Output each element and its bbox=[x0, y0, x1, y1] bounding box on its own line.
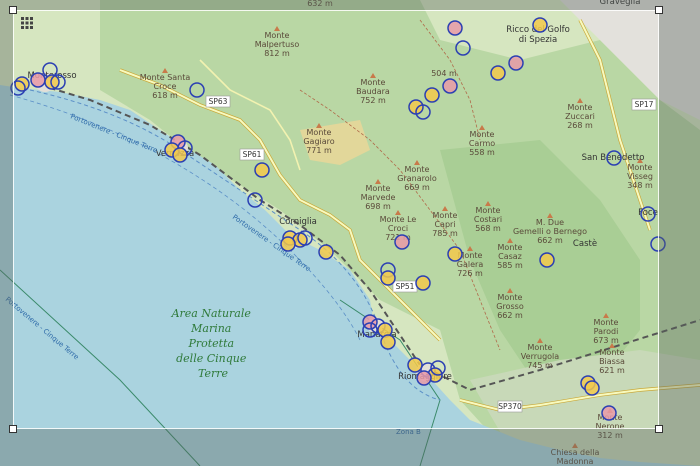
peak-label: Monte Biassa 621 m bbox=[599, 348, 625, 375]
peak-label: Monte Gagiaro 771 m bbox=[303, 128, 334, 155]
photo-marker[interactable] bbox=[362, 314, 378, 330]
overlay-left bbox=[0, 10, 13, 429]
photo-marker[interactable] bbox=[447, 20, 463, 36]
road-label: SP51 bbox=[396, 282, 415, 291]
resize-handle-top-left[interactable] bbox=[9, 6, 17, 14]
photo-marker[interactable] bbox=[416, 370, 432, 386]
photo-marker[interactable] bbox=[508, 55, 524, 71]
photo-marker[interactable] bbox=[539, 252, 555, 268]
protected-area-line-4: delle Cinque bbox=[176, 352, 247, 365]
resize-handle-top-right[interactable] bbox=[655, 6, 663, 14]
photo-marker[interactable] bbox=[254, 162, 270, 178]
road-label: SP17 bbox=[635, 100, 654, 109]
road-label: SP63 bbox=[209, 97, 228, 106]
protected-area-line-2: Marina bbox=[190, 322, 231, 335]
peak-label: Monte Zuccari 268 m bbox=[565, 103, 595, 130]
photo-marker[interactable] bbox=[415, 275, 431, 291]
peak-label: Monte Visseg 348 m bbox=[627, 163, 653, 190]
map-canvas[interactable]: Monte Malpertuso 812 mMonte Santa Croce 618 … bbox=[0, 0, 700, 466]
protected-area-line-5: Terre bbox=[198, 367, 229, 380]
photo-marker[interactable] bbox=[447, 246, 463, 262]
peak-label: Monte Casaz 585 m bbox=[497, 243, 523, 270]
grid-icon[interactable] bbox=[20, 16, 34, 30]
overlay-top bbox=[0, 0, 700, 10]
peak-label: Monte Grosso 662 m bbox=[496, 293, 524, 320]
photo-marker[interactable] bbox=[318, 244, 334, 260]
resize-handle-bottom-right[interactable] bbox=[655, 425, 663, 433]
road-label: SP370 bbox=[498, 402, 522, 411]
photo-marker[interactable] bbox=[14, 76, 30, 92]
town-label: San Benedetto bbox=[582, 153, 645, 163]
peak-label: Monte Carmo 558 m bbox=[469, 130, 495, 157]
peak-label: Monte Capri 785 m bbox=[432, 211, 458, 238]
peak-label: Monte Costari 568 m bbox=[474, 206, 502, 233]
photo-marker[interactable] bbox=[394, 234, 410, 250]
photo-marker[interactable] bbox=[584, 380, 600, 396]
photo-marker[interactable] bbox=[490, 65, 506, 81]
resize-handle-bottom-left[interactable] bbox=[9, 425, 17, 433]
protected-area-line-1: Area Naturale bbox=[171, 307, 252, 320]
town-label: Castè bbox=[573, 238, 597, 249]
photo-marker[interactable] bbox=[380, 270, 396, 286]
photo-marker[interactable] bbox=[424, 87, 440, 103]
photo-marker[interactable] bbox=[407, 357, 423, 373]
photo-marker[interactable] bbox=[280, 236, 296, 252]
overlay-right bbox=[659, 10, 700, 429]
overlay-bottom bbox=[0, 429, 700, 466]
town-label: Corniglia bbox=[279, 217, 317, 227]
photo-marker[interactable] bbox=[30, 72, 46, 88]
photo-marker[interactable] bbox=[172, 147, 188, 163]
spot-elevation: 504 m bbox=[431, 69, 457, 78]
peak-label: Monte Marvede 698 m bbox=[361, 184, 396, 211]
photo-marker[interactable] bbox=[601, 405, 617, 421]
road-label: SP61 bbox=[243, 150, 262, 159]
peak-label: Monte Baudara 752 m bbox=[356, 78, 390, 105]
peak-label: Monte Parodi 673 m bbox=[593, 318, 619, 345]
photo-marker[interactable] bbox=[380, 334, 396, 350]
protected-area-line-3: Protetta bbox=[187, 337, 234, 350]
photo-marker[interactable] bbox=[442, 78, 458, 94]
photo-marker[interactable] bbox=[532, 17, 548, 33]
